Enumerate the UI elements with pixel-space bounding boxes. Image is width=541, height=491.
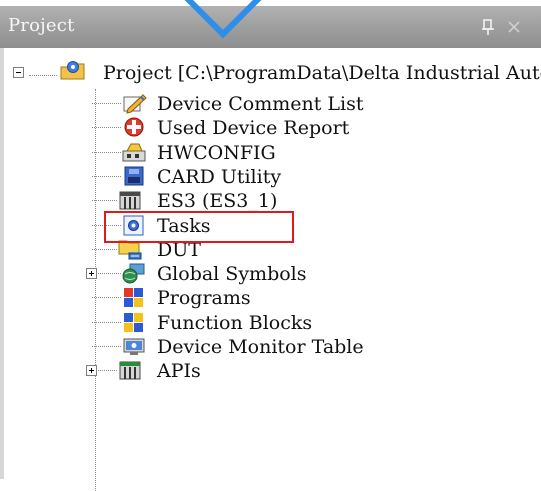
programs-icon: [124, 288, 143, 307]
expand-toggle[interactable]: [86, 268, 97, 279]
tree-connector-line: [92, 176, 121, 177]
tree-item-label: Programs: [157, 287, 251, 309]
tree-connector-line: [92, 346, 121, 347]
tree-item-label: Used Device Report: [157, 117, 350, 139]
selected-device-highlight: [104, 211, 294, 243]
panel-titlebar: Project: [0, 6, 541, 48]
hardware-config-icon: [122, 143, 146, 162]
tree-connector-line: [92, 322, 121, 323]
tree-item[interactable]: Used Device Report: [0, 115, 541, 139]
tree-item[interactable]: APIs: [0, 358, 541, 382]
apis-icon: [119, 361, 141, 380]
card-utility-icon: [124, 166, 144, 186]
tree-item-label: APIs: [157, 360, 201, 382]
tree-item[interactable]: Device Comment List: [0, 91, 541, 115]
tree-item[interactable]: Device Monitor Table: [0, 334, 541, 358]
plc-device-icon: [119, 191, 141, 210]
tree-root-project[interactable]: Project [C:\ProgramData\Delta Industrial…: [0, 60, 541, 84]
tree-item[interactable]: CARD Utility: [0, 164, 541, 188]
tree-item[interactable]: HWCONFIG: [0, 140, 541, 164]
device-report-icon: [124, 117, 144, 137]
expand-toggle[interactable]: [86, 365, 97, 376]
tree-connector-line: [92, 297, 121, 298]
tree-item[interactable]: Function Blocks: [0, 310, 541, 334]
monitor-table-icon: [123, 338, 145, 355]
collapse-toggle[interactable]: [13, 67, 24, 78]
tree-item-label: Device Comment List: [157, 93, 364, 115]
function-blocks-icon: [124, 313, 143, 332]
tree-item-label: Function Blocks: [157, 312, 313, 334]
tree-connector-line: [92, 249, 117, 250]
tree-item[interactable]: ES3 (ES3_1): [0, 188, 541, 212]
tree-item-label: Device Monitor Table: [157, 336, 364, 358]
tree-connector-line: [98, 370, 117, 371]
tree-item[interactable]: Global Symbols: [0, 261, 541, 285]
tree-connector-line: [92, 200, 117, 201]
tree-item[interactable]: Programs: [0, 285, 541, 309]
tree-item-label: CARD Utility: [157, 166, 282, 188]
tree-item-label: HWCONFIG: [157, 142, 276, 164]
tree-root-label: Project [C:\ProgramData\Delta Industrial…: [103, 62, 541, 84]
pencil-list-icon: [123, 94, 147, 114]
tree-item-label: ES3 (ES3_1): [157, 190, 278, 212]
tree-connector-line: [92, 152, 121, 153]
tree-connector-line: [98, 273, 121, 274]
close-icon[interactable]: [506, 18, 522, 36]
global-symbols-icon: [122, 263, 145, 284]
tree-connector-line: [92, 103, 121, 104]
pin-icon[interactable]: [480, 18, 496, 36]
tree-item-label: Global Symbols: [157, 263, 307, 285]
panel-title: Project: [8, 15, 75, 36]
project-folder-icon: [60, 61, 85, 80]
tree-connector-line: [92, 127, 121, 128]
